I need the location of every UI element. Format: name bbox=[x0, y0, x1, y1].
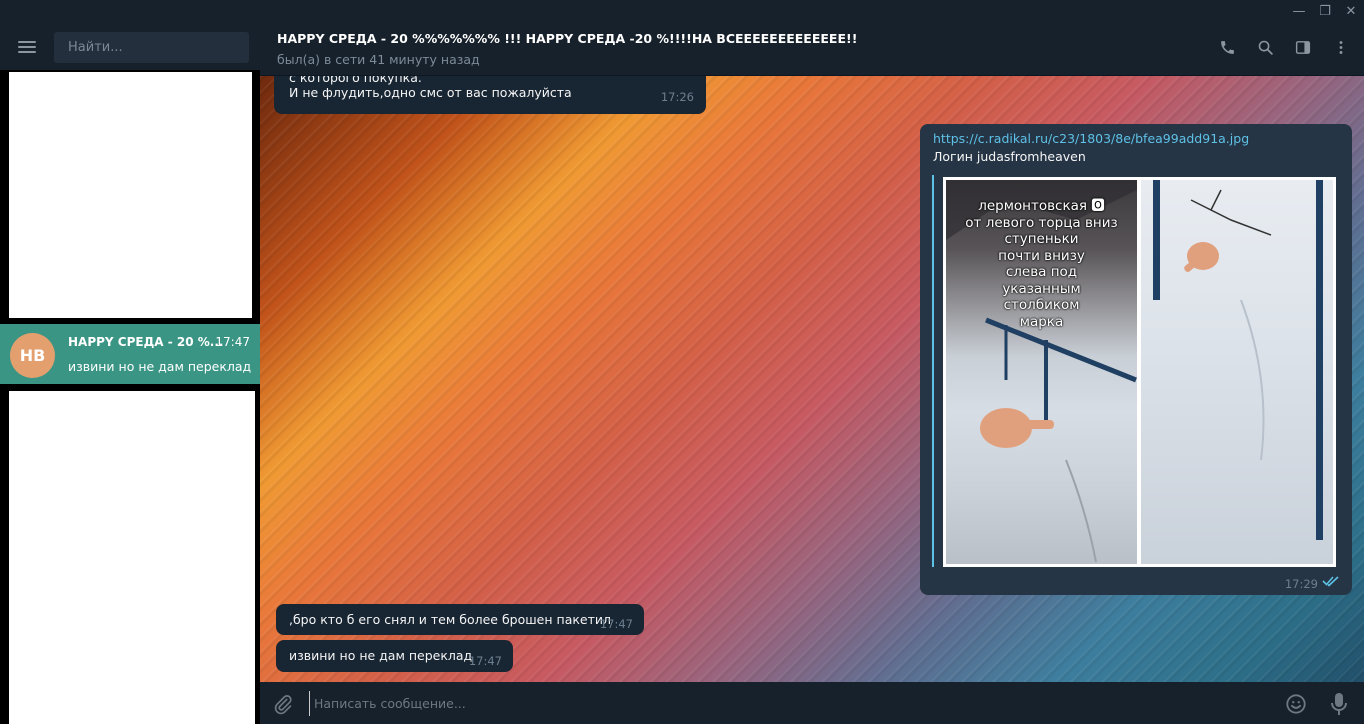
message-link[interactable]: https://c.radikal.ru/c23/1803/8e/bfea99a… bbox=[933, 131, 1249, 146]
read-checkmarks-icon bbox=[1322, 575, 1340, 590]
redacted-chat-list-area bbox=[9, 72, 252, 318]
sidebar: HB HAPPY СРЕДА - 20 %... 17:47 извини но… bbox=[0, 22, 260, 724]
photo-left-panel: лермонтовская 🅾 от левого торца вниз сту… bbox=[946, 180, 1137, 564]
search-icon[interactable] bbox=[1256, 36, 1274, 58]
link-preview-photo[interactable]: лермонтовская 🅾 от левого торца вниз сту… bbox=[943, 177, 1336, 567]
attach-icon[interactable] bbox=[273, 693, 293, 719]
incoming-message[interactable]: извини но не дам переклад 17:47 bbox=[276, 640, 513, 672]
sidebar-toggle-icon[interactable] bbox=[1294, 36, 1312, 58]
chat-time: 17:47 bbox=[215, 335, 250, 349]
link-preview-bar bbox=[932, 175, 934, 567]
phone-icon[interactable] bbox=[1218, 36, 1236, 58]
message-time: 17:29 bbox=[1284, 577, 1318, 591]
restore-button[interactable]: ❐ bbox=[1312, 0, 1338, 22]
chat-header: HAPPY СРЕДА - 20 %%%%%%% !!! HAPPY СРЕДА… bbox=[260, 22, 1364, 76]
last-seen-status: был(а) в сети 41 минуту назад bbox=[277, 52, 480, 67]
chat-name: HAPPY СРЕДА - 20 %... bbox=[68, 335, 224, 349]
chat-list-item-selected[interactable]: HB HAPPY СРЕДА - 20 %... 17:47 извини но… bbox=[0, 324, 260, 384]
more-vert-icon[interactable] bbox=[1332, 36, 1350, 58]
avatar: HB bbox=[10, 333, 55, 378]
message-text: ,бро кто б его снял и тем более брошен п… bbox=[289, 612, 611, 627]
message-time: 17:47 bbox=[599, 617, 633, 631]
message-time: 17:26 bbox=[660, 90, 694, 104]
incoming-message[interactable]: ,бро кто б его снял и тем более брошен п… bbox=[276, 604, 644, 635]
message-input[interactable] bbox=[309, 691, 1209, 716]
window-controls: — ❐ ✕ bbox=[1286, 0, 1364, 22]
photo-right-panel bbox=[1141, 180, 1333, 564]
header-actions bbox=[1218, 36, 1350, 58]
microphone-icon[interactable] bbox=[1331, 692, 1347, 720]
incoming-message[interactable]: с которого покупка. И не флудить,одно см… bbox=[274, 76, 706, 114]
hamburger-menu-icon[interactable] bbox=[18, 41, 36, 53]
compose-bar bbox=[260, 682, 1364, 724]
outgoing-message[interactable]: https://c.radikal.ru/c23/1803/8e/bfea99a… bbox=[920, 124, 1352, 595]
sidebar-header bbox=[0, 22, 260, 70]
message-text: извини но не дам переклад bbox=[289, 648, 473, 663]
message-text: с которого покупка. bbox=[289, 76, 422, 85]
close-button[interactable]: ✕ bbox=[1338, 0, 1364, 22]
emoji-icon[interactable] bbox=[1285, 693, 1307, 719]
message-area[interactable]: с которого покупка. И не флудить,одно см… bbox=[260, 76, 1364, 682]
telegram-window: — ❐ ✕ HB HAPPY СРЕДА - 20 %... 17:47 изв… bbox=[0, 0, 1364, 724]
message-text: Логин judasfromheaven bbox=[933, 149, 1086, 164]
title-bar: — ❐ ✕ bbox=[0, 0, 1364, 22]
chat-title[interactable]: HAPPY СРЕДА - 20 %%%%%%% !!! HAPPY СРЕДА… bbox=[277, 31, 857, 46]
message-text: И не флудить,одно смс от вас пожалуйста bbox=[289, 85, 572, 100]
chat-last-message: извини но не дам переклад bbox=[68, 359, 252, 374]
message-time: 17:47 bbox=[468, 654, 502, 668]
redacted-chat-list-area bbox=[9, 391, 255, 724]
minimize-button[interactable]: — bbox=[1286, 0, 1312, 22]
search-input[interactable] bbox=[54, 32, 249, 63]
photo-caption: лермонтовская 🅾 от левого торца вниз сту… bbox=[965, 198, 1118, 330]
